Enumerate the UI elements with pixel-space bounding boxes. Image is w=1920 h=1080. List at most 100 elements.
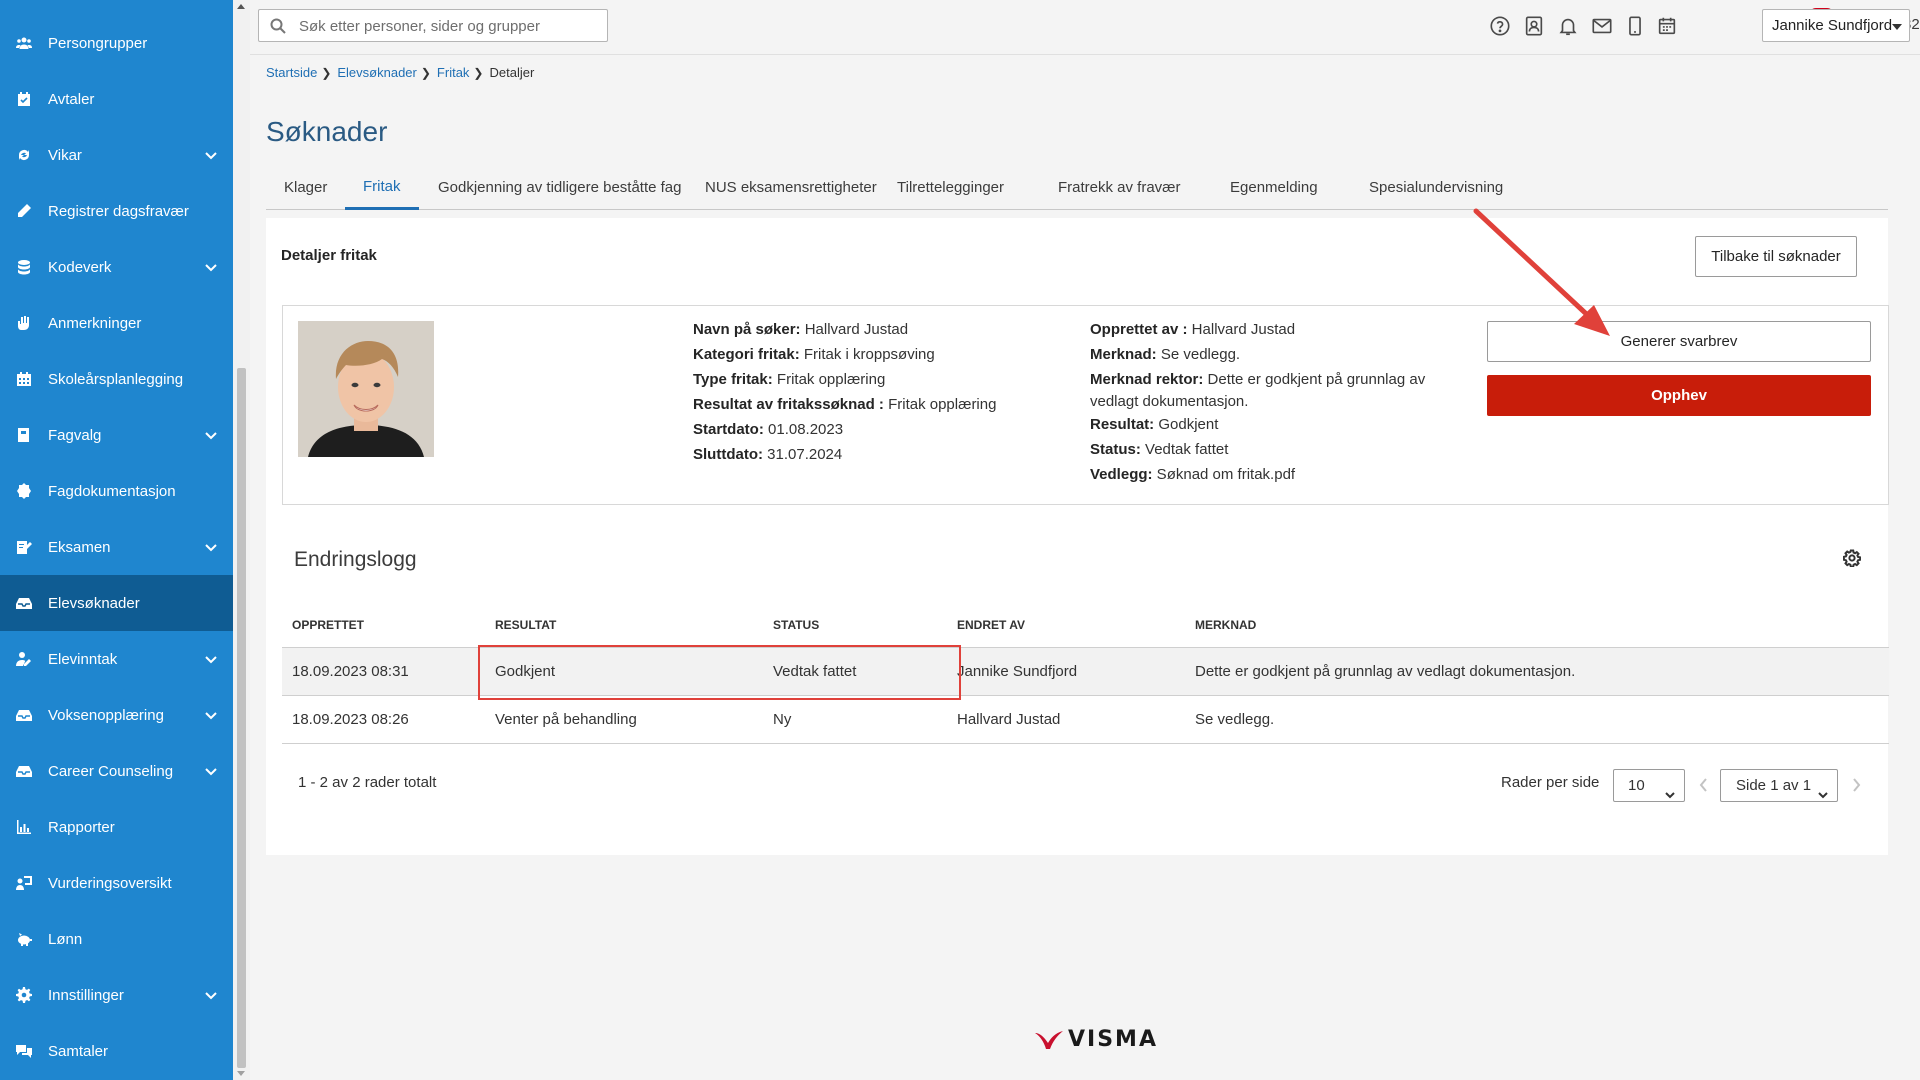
tab-bar: Klager Fritak Godkjenning av tidligere b… bbox=[266, 165, 1888, 210]
column-header-changed-by[interactable]: ENDRET AV bbox=[957, 603, 1025, 648]
tab-fratrekk-av-fravaer[interactable]: Fratrekk av fravær bbox=[1040, 165, 1199, 209]
search-input[interactable] bbox=[299, 15, 599, 37]
swap-icon bbox=[15, 146, 33, 164]
tab-egenmelding[interactable]: Egenmelding bbox=[1212, 165, 1336, 209]
badge-icon bbox=[15, 482, 33, 500]
total-rows-text: 1 - 2 av 2 rader totalt bbox=[298, 774, 437, 791]
table-row[interactable]: 18.09.2023 08:26 Venter på behandling Ny… bbox=[282, 696, 1889, 744]
cell-created: 18.09.2023 08:26 bbox=[292, 711, 409, 728]
tab-godkjenning[interactable]: Godkjenning av tidligere beståtte fag bbox=[420, 165, 700, 209]
previous-page-icon[interactable] bbox=[1698, 777, 1710, 793]
scroll-up-arrow-icon[interactable] bbox=[237, 4, 245, 9]
detail-note: Merknad: Se vedlegg. bbox=[1090, 346, 1241, 363]
sidebar-item-rapporter[interactable]: Rapporter bbox=[0, 799, 233, 855]
details-right-column: Opprettet av : Hallvard Justad Merknad: … bbox=[1090, 317, 1425, 487]
sidebar-item-lonn[interactable]: Lønn bbox=[0, 911, 233, 967]
sidebar-item-fagdokumentasjon[interactable]: Fagdokumentasjon bbox=[0, 463, 233, 519]
database-icon bbox=[15, 258, 33, 276]
chevron-down-icon bbox=[203, 707, 219, 723]
sidebar-item-vurderingsoversikt[interactable]: Vurderingsoversikt bbox=[0, 855, 233, 911]
tab-tilrettelegginger[interactable]: Tilrettelegginger bbox=[879, 165, 1022, 209]
sidebar-item-label: Voksenopplæring bbox=[48, 706, 164, 724]
applicant-details: Navn på søker: Hallvard Justad Kategori … bbox=[282, 305, 1889, 505]
table-header: OPPRETTET RESULTAT STATUS ENDRET AV MERK… bbox=[282, 603, 1889, 648]
back-to-applications-button[interactable]: Tilbake til søknader bbox=[1695, 236, 1857, 277]
detail-application-result: Resultat av fritakssøknad : Fritak opplæ… bbox=[693, 396, 997, 413]
cell-changed-by: Hallvard Justad bbox=[957, 711, 1061, 728]
breadcrumb: Startside ❯ Elevsøknader ❯ Fritak ❯ Detalje… bbox=[266, 65, 534, 80]
tab-nus-eksamensrettigheter[interactable]: NUS eksamensrettigheter bbox=[687, 165, 895, 209]
sidebar-item-avtaler[interactable]: Avtaler bbox=[0, 71, 233, 127]
change-log-title: Endringslogg bbox=[294, 548, 417, 571]
chat-icon bbox=[15, 1042, 33, 1060]
scroll-down-arrow-icon[interactable] bbox=[237, 1071, 245, 1076]
detail-result: Resultat: Godkjent bbox=[1090, 416, 1219, 433]
user-menu[interactable]: Jannike Sundfjord bbox=[1762, 9, 1910, 42]
detail-exemption-type: Type fritak: Fritak opplæring bbox=[693, 371, 886, 388]
scroll-thumb[interactable] bbox=[237, 368, 246, 1068]
tab-fritak[interactable]: Fritak bbox=[345, 165, 419, 210]
breadcrumb-current: Detaljer bbox=[489, 65, 535, 80]
card-title: Detaljer fritak bbox=[281, 247, 377, 264]
gear-icon[interactable] bbox=[1842, 549, 1862, 568]
generate-response-letter-button[interactable]: Generer svarbrev bbox=[1487, 321, 1871, 362]
sidebar-item-innstillinger[interactable]: Innstillinger bbox=[0, 967, 233, 1023]
sidebar-item-eksamen[interactable]: Eksamen bbox=[0, 519, 233, 575]
book-icon bbox=[15, 426, 33, 444]
cell-note: Dette er godkjent på grunnlag av vedlagt… bbox=[1195, 663, 1576, 680]
help-icon[interactable] bbox=[1488, 14, 1512, 38]
sidebar-item-fagvalg[interactable]: Fagvalg bbox=[0, 407, 233, 463]
sidebar-item-registrer-dagsfravaer[interactable]: Registrer dagsfravær bbox=[0, 183, 233, 239]
next-page-icon[interactable] bbox=[1850, 777, 1862, 793]
sidebar-item-career-counseling[interactable]: Career Counseling bbox=[0, 743, 233, 799]
cell-result: Venter på behandling bbox=[495, 711, 637, 728]
pencil-icon bbox=[15, 202, 33, 220]
sidebar-scrollbar[interactable] bbox=[233, 0, 250, 1080]
page-select[interactable]: Side 1 av 1 bbox=[1720, 769, 1838, 802]
hand-icon bbox=[15, 314, 33, 332]
user-board-icon bbox=[15, 874, 33, 892]
calendar-icon[interactable] bbox=[1655, 14, 1679, 38]
sidebar-item-label: Anmerkninger bbox=[48, 314, 142, 332]
tab-spesialundervisning[interactable]: Spesialundervisning bbox=[1351, 165, 1521, 209]
bell-icon[interactable] bbox=[1556, 14, 1580, 38]
sidebar-item-anmerkninger[interactable]: Anmerkninger bbox=[0, 295, 233, 351]
sidebar-item-voksenopplaering[interactable]: Voksenopplæring bbox=[0, 687, 233, 743]
mobile-phone-icon[interactable] bbox=[1623, 14, 1647, 38]
sidebar-item-label: Fagdokumentasjon bbox=[48, 482, 176, 500]
sidebar-item-label: Vurderingsoversikt bbox=[48, 874, 172, 892]
chevron-down-icon bbox=[1817, 781, 1829, 799]
rows-per-page-select[interactable]: 10 bbox=[1613, 769, 1685, 802]
caret-down-icon bbox=[1892, 24, 1902, 30]
column-header-result[interactable]: RESULTAT bbox=[495, 603, 556, 648]
mail-icon[interactable] bbox=[1590, 14, 1614, 38]
sidebar-item-samtaler[interactable]: Samtaler bbox=[0, 1023, 233, 1079]
contact-card-icon[interactable] bbox=[1522, 14, 1546, 38]
revoke-button[interactable]: Opphev bbox=[1487, 375, 1871, 416]
breadcrumb-startside[interactable]: Startside bbox=[266, 65, 317, 80]
detail-exemption-category: Kategori fritak: Fritak i kroppsøving bbox=[693, 346, 935, 363]
visma-logo-icon bbox=[1035, 1030, 1063, 1049]
chevron-down-icon bbox=[203, 763, 219, 779]
column-header-created[interactable]: OPPRETTET bbox=[292, 603, 364, 648]
sidebar-item-label: Registrer dagsfravær bbox=[48, 202, 189, 220]
sidebar-item-skolearsplanlegging[interactable]: Skoleårsplanlegging bbox=[0, 351, 233, 407]
applicant-photo bbox=[298, 321, 434, 457]
cell-result: Godkjent bbox=[495, 663, 556, 680]
tab-klager[interactable]: Klager bbox=[266, 165, 345, 209]
sidebar-item-label: Career Counseling bbox=[48, 762, 174, 780]
top-bar: 167 20232024 Jannike Sundfjord bbox=[250, 0, 1920, 55]
sidebar-item-elevinntak[interactable]: Elevinntak bbox=[0, 631, 233, 687]
breadcrumb-fritak[interactable]: Fritak bbox=[437, 65, 470, 80]
column-header-status[interactable]: STATUS bbox=[773, 603, 819, 648]
sidebar-item-vikar[interactable]: Vikar bbox=[0, 127, 233, 183]
detail-principal-note-line2: vedlagt dokumentasjon. bbox=[1090, 393, 1249, 410]
search-box[interactable] bbox=[258, 9, 608, 42]
sidebar-item-persongrupper[interactable]: Persongrupper bbox=[0, 15, 233, 71]
column-header-note[interactable]: MERKNAD bbox=[1195, 603, 1256, 648]
sidebar-item-elevsoknader[interactable]: Elevsøknader bbox=[0, 575, 233, 631]
sidebar-item-label: Elevinntak bbox=[48, 650, 118, 668]
table-row[interactable]: 18.09.2023 08:31 Godkjent Vedtak fattet … bbox=[282, 648, 1889, 696]
sidebar-item-kodeverk[interactable]: Kodeverk bbox=[0, 239, 233, 295]
breadcrumb-elevsoknader[interactable]: Elevsøknader bbox=[337, 65, 416, 80]
